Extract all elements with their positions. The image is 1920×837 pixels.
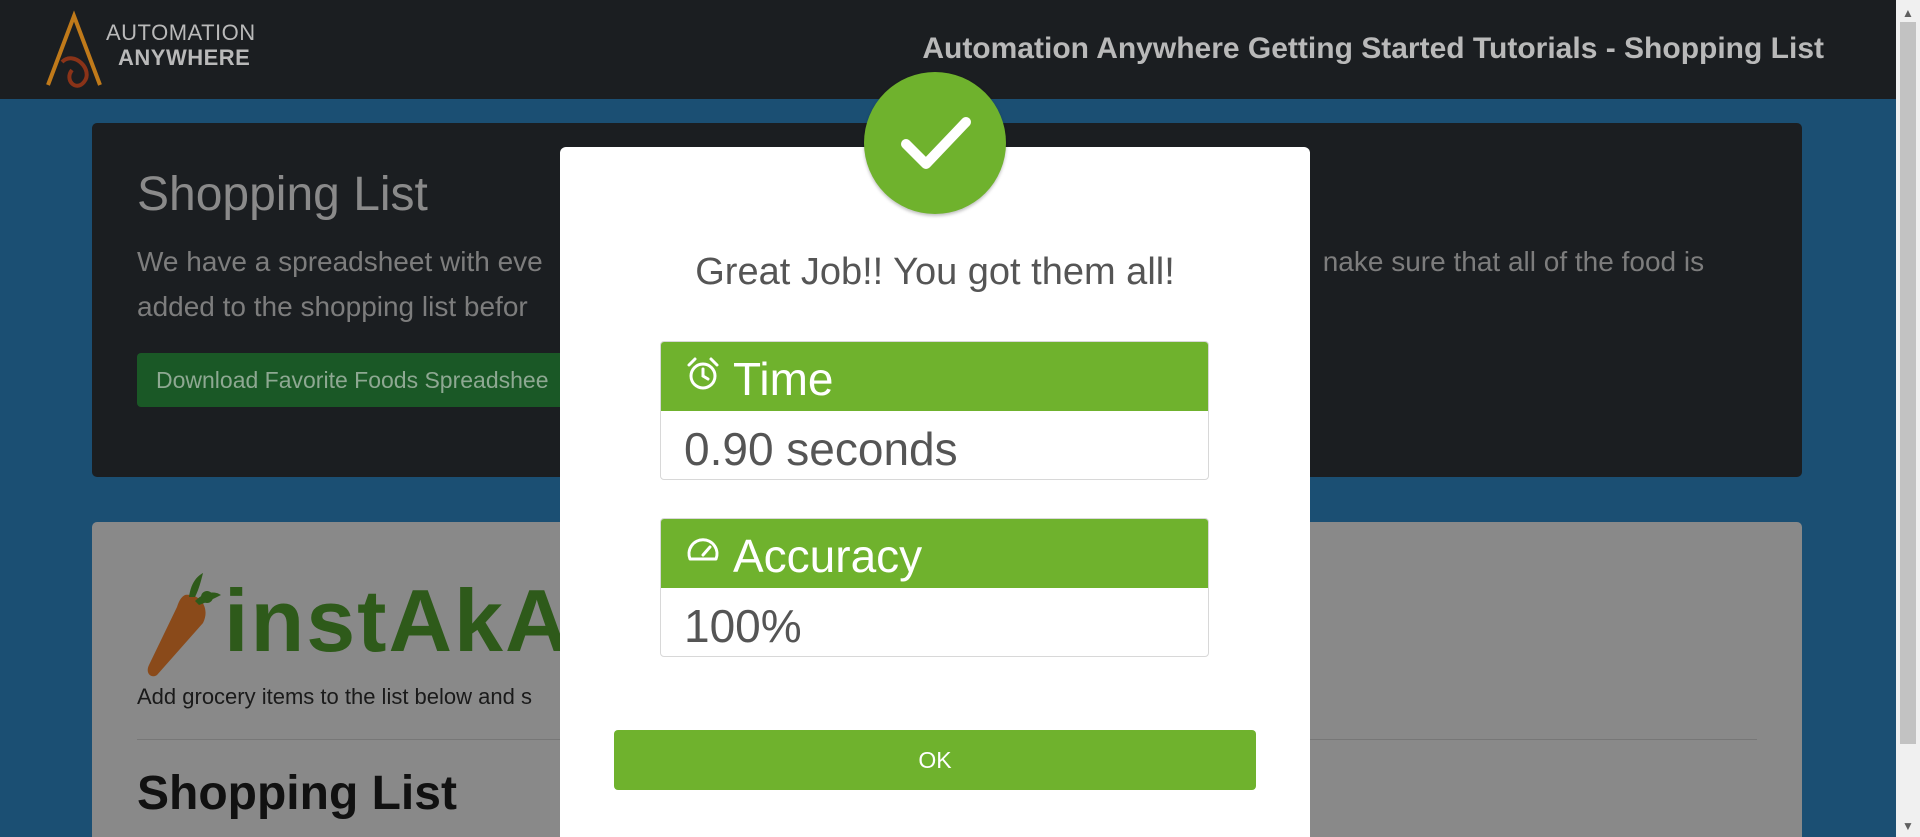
hero-desc-line2: added to the shopping list befor xyxy=(137,291,528,322)
page-scrollbar[interactable]: ▲ ▼ xyxy=(1896,0,1920,837)
time-stat-header: Time xyxy=(661,342,1208,411)
page-title: Automation Anywhere Getting Started Tuto… xyxy=(922,32,1824,65)
logo-text-line1: AUTOMATION xyxy=(106,20,256,45)
hero-desc-line1-left: We have a spreadsheet with eve xyxy=(137,246,543,277)
time-stat-panel: Time 0.90 seconds xyxy=(660,341,1209,480)
shopping-list-heading: Shopping List xyxy=(137,767,457,820)
alarm-clock-icon xyxy=(687,357,719,390)
scrollbar-thumb[interactable] xyxy=(1900,22,1916,744)
scroll-up-arrow-icon[interactable]: ▲ xyxy=(1902,6,1914,20)
success-modal: Great Job!! You got them all! Time 0.90 … xyxy=(560,147,1310,837)
logo-a-icon xyxy=(46,10,102,88)
hero-title: Shopping List xyxy=(137,168,428,221)
logo-text-line2: ANYWHERE xyxy=(118,45,251,70)
accuracy-stat-panel: Accuracy 100% xyxy=(660,518,1209,657)
card-description: Add grocery items to the list below and … xyxy=(137,684,532,709)
accuracy-stat-header: Accuracy xyxy=(661,519,1208,588)
time-value: 0.90 seconds xyxy=(684,423,958,475)
success-check-badge xyxy=(864,72,1006,214)
hero-desc-line1-right: nake sure that all of the food is xyxy=(1322,246,1705,277)
check-icon xyxy=(901,117,971,169)
download-spreadsheet-button[interactable]: Download Favorite Foods Spreadshee xyxy=(137,353,577,407)
modal-title: Great Job!! You got them all! xyxy=(695,251,1175,293)
speedometer-icon xyxy=(687,538,719,561)
scroll-down-arrow-icon[interactable]: ▼ xyxy=(1902,819,1914,833)
accuracy-value: 100% xyxy=(684,600,802,652)
accuracy-label: Accuracy xyxy=(733,530,923,582)
ok-button[interactable]: OK xyxy=(614,730,1256,790)
carrot-icon xyxy=(147,573,221,677)
time-label: Time xyxy=(733,353,834,405)
